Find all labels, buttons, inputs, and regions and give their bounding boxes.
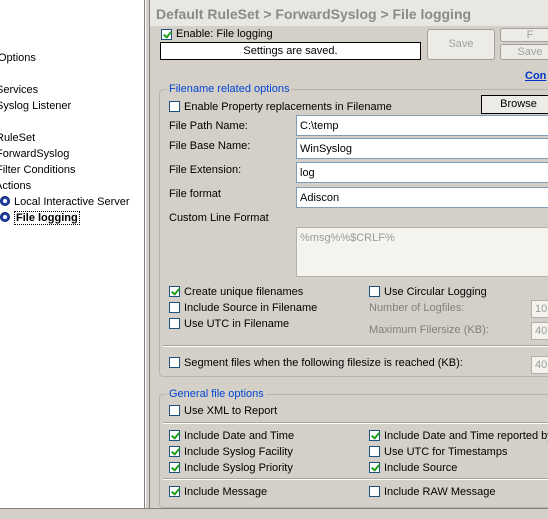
tree-item-label: Actions xyxy=(0,180,32,192)
tree-item-options[interactable]: Options xyxy=(0,51,36,65)
include-source-filename-checkbox[interactable] xyxy=(169,302,180,313)
status-text: Settings are saved. xyxy=(160,42,421,60)
enable-label: Enable: File logging xyxy=(176,28,273,40)
tree-item-label: Services xyxy=(0,84,39,96)
filename-options-title: Filename related options xyxy=(167,83,292,96)
use-utc-filename-checkbox[interactable] xyxy=(169,318,180,329)
navigation-tree[interactable]: Options Services Syslog Listener RuleSet… xyxy=(0,0,145,508)
file-base-input[interactable]: WinSyslog xyxy=(296,138,548,159)
property-replacements-checkbox[interactable] xyxy=(169,101,180,112)
tree-item-forwardsyslog[interactable]: ForwardSyslog xyxy=(0,147,69,161)
include-raw-message-checkbox[interactable] xyxy=(369,486,380,497)
include-source-label: Include Source xyxy=(384,462,458,474)
include-source-checkbox[interactable] xyxy=(369,462,380,473)
tree-item-actions[interactable]: Actions xyxy=(0,179,31,193)
file-format-select[interactable]: Adiscon xyxy=(296,187,548,208)
include-message-checkbox[interactable] xyxy=(169,486,180,497)
tree-item-label: Syslog Listener xyxy=(0,100,72,112)
circular-logging-label: Use Circular Logging xyxy=(384,286,487,298)
num-logfiles-label: Number of Logfiles: xyxy=(369,302,465,314)
file-format-label: File format xyxy=(169,188,221,200)
file-extension-label: File Extension: xyxy=(169,164,242,176)
divider xyxy=(163,478,548,480)
include-facility-checkbox[interactable] xyxy=(169,446,180,457)
breadcrumb: Default RuleSet > ForwardSyslog > File l… xyxy=(150,0,548,26)
create-unique-checkbox[interactable] xyxy=(169,286,180,297)
configure-link[interactable]: Con xyxy=(525,70,546,83)
save-button[interactable]: Save xyxy=(427,29,495,60)
browse-button[interactable]: Browse xyxy=(481,95,548,114)
include-priority-checkbox[interactable] xyxy=(169,462,180,473)
segment-size-input[interactable]: 40 xyxy=(531,356,548,374)
tree-item-label-selected: File logging xyxy=(14,211,80,225)
num-logfiles-input[interactable]: 10 xyxy=(531,300,548,318)
utc-timestamps-checkbox[interactable] xyxy=(369,446,380,457)
action-icon xyxy=(0,212,10,222)
use-xml-checkbox[interactable] xyxy=(169,405,180,416)
include-date-time-label: Include Date and Time xyxy=(184,430,295,442)
use-utc-filename-label: Use UTC in Filename xyxy=(184,318,290,330)
include-date-time-checkbox[interactable] xyxy=(169,430,180,441)
include-date-time-reported-checkbox[interactable] xyxy=(369,430,380,441)
status-bar xyxy=(0,508,548,519)
file-path-input[interactable]: C:\temp xyxy=(296,115,548,136)
include-date-time-reported-label: Include Date and Time reported by xyxy=(384,430,548,442)
segment-files-checkbox[interactable] xyxy=(169,357,180,368)
include-facility-label: Include Syslog Facility xyxy=(184,446,293,458)
tree-item-filter-conditions[interactable]: Filter Conditions xyxy=(0,163,75,177)
file-extension-input[interactable]: log xyxy=(296,162,548,183)
tree-item-local-interactive-server[interactable]: Local Interactive Server xyxy=(0,195,130,209)
utc-timestamps-label: Use UTC for Timestamps xyxy=(384,446,508,458)
tree-item-file-logging[interactable]: File logging xyxy=(0,211,80,225)
save-as-button[interactable]: Save xyxy=(500,44,548,60)
tree-item-label: Local Interactive Server xyxy=(14,196,130,208)
custom-line-format-label: Custom Line Format xyxy=(169,212,269,224)
tree-item-label: Filter Conditions xyxy=(0,164,76,176)
file-path-label: File Path Name: xyxy=(169,120,248,132)
tree-item-label: ForwardSyslog xyxy=(0,148,70,160)
tree-item-syslog-listener[interactable]: Syslog Listener xyxy=(0,99,71,113)
create-unique-label: Create unique filenames xyxy=(184,286,304,298)
tree-item-services[interactable]: Services xyxy=(0,83,38,97)
include-raw-message-label: Include RAW Message xyxy=(384,486,496,498)
tree-item-ruleset[interactable]: RuleSet xyxy=(0,131,35,145)
top-right-button[interactable]: F xyxy=(500,28,548,42)
custom-line-format-input[interactable]: %msg%%$CRLF% xyxy=(296,227,548,277)
max-filesize-label: Maximum Filersize (KB): xyxy=(369,324,489,336)
file-base-label: File Base Name: xyxy=(169,140,251,152)
include-source-filename-label: Include Source in Filename xyxy=(184,302,318,314)
property-replacements-label: Enable Property replacements in Filename xyxy=(184,101,392,113)
enable-checkbox[interactable] xyxy=(161,29,172,40)
action-icon xyxy=(0,196,10,206)
divider xyxy=(163,422,548,424)
tree-item-label: RuleSet xyxy=(0,132,36,144)
max-filesize-input[interactable]: 40 xyxy=(531,322,548,340)
divider xyxy=(163,345,548,347)
include-message-label: Include Message xyxy=(184,486,268,498)
tree-item-label: Options xyxy=(0,52,36,64)
include-priority-label: Include Syslog Priority xyxy=(184,462,293,474)
segment-files-label: Segment files when the following filesiz… xyxy=(184,357,463,369)
splitter[interactable] xyxy=(145,0,150,508)
general-options-title: General file options xyxy=(167,388,266,401)
use-xml-label: Use XML to Report xyxy=(184,405,278,417)
circular-logging-checkbox[interactable] xyxy=(369,286,380,297)
